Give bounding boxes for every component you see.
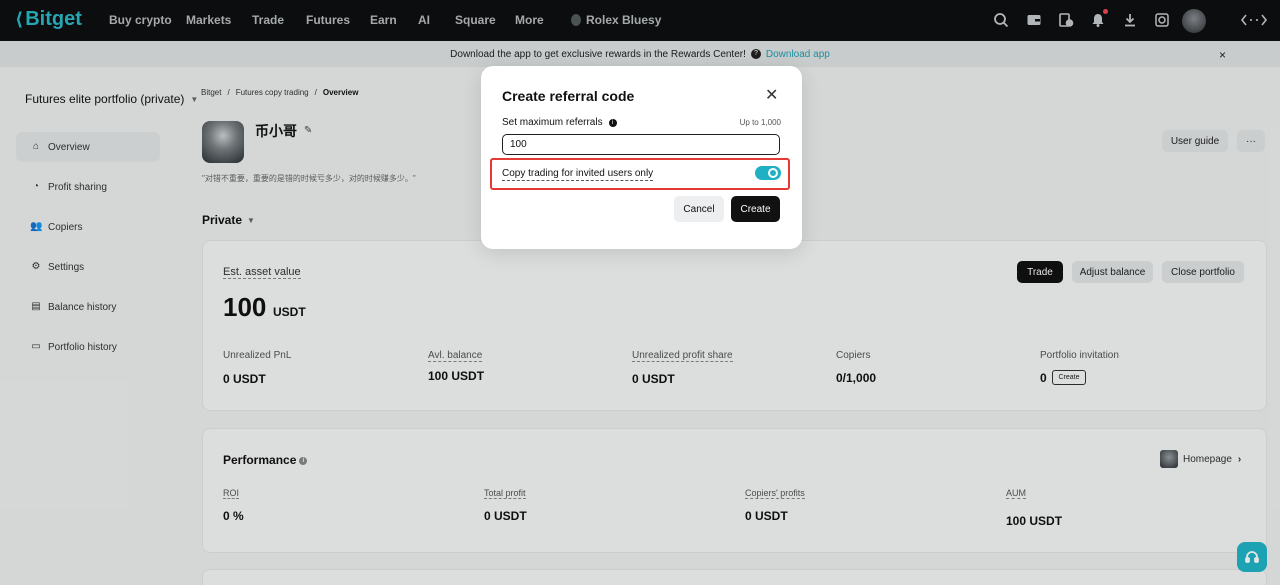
modal-title: Create referral code (502, 88, 635, 104)
close-icon[interactable]: ✕ (765, 88, 778, 104)
invited-only-label: Copy trading for invited users only (502, 168, 654, 181)
invited-only-toggle[interactable] (755, 166, 781, 180)
create-referral-modal: Create referral code ✕ Set maximum refer… (481, 66, 802, 249)
cancel-button[interactable]: Cancel (674, 196, 724, 222)
toggle-knob (768, 168, 778, 178)
create-button[interactable]: Create (731, 196, 780, 222)
max-referrals-hint: Up to 1,000 (739, 118, 781, 127)
info-icon[interactable]: i (608, 118, 617, 127)
max-referrals-input[interactable] (502, 134, 780, 155)
max-referrals-label: Set maximum referrals i (502, 117, 617, 128)
